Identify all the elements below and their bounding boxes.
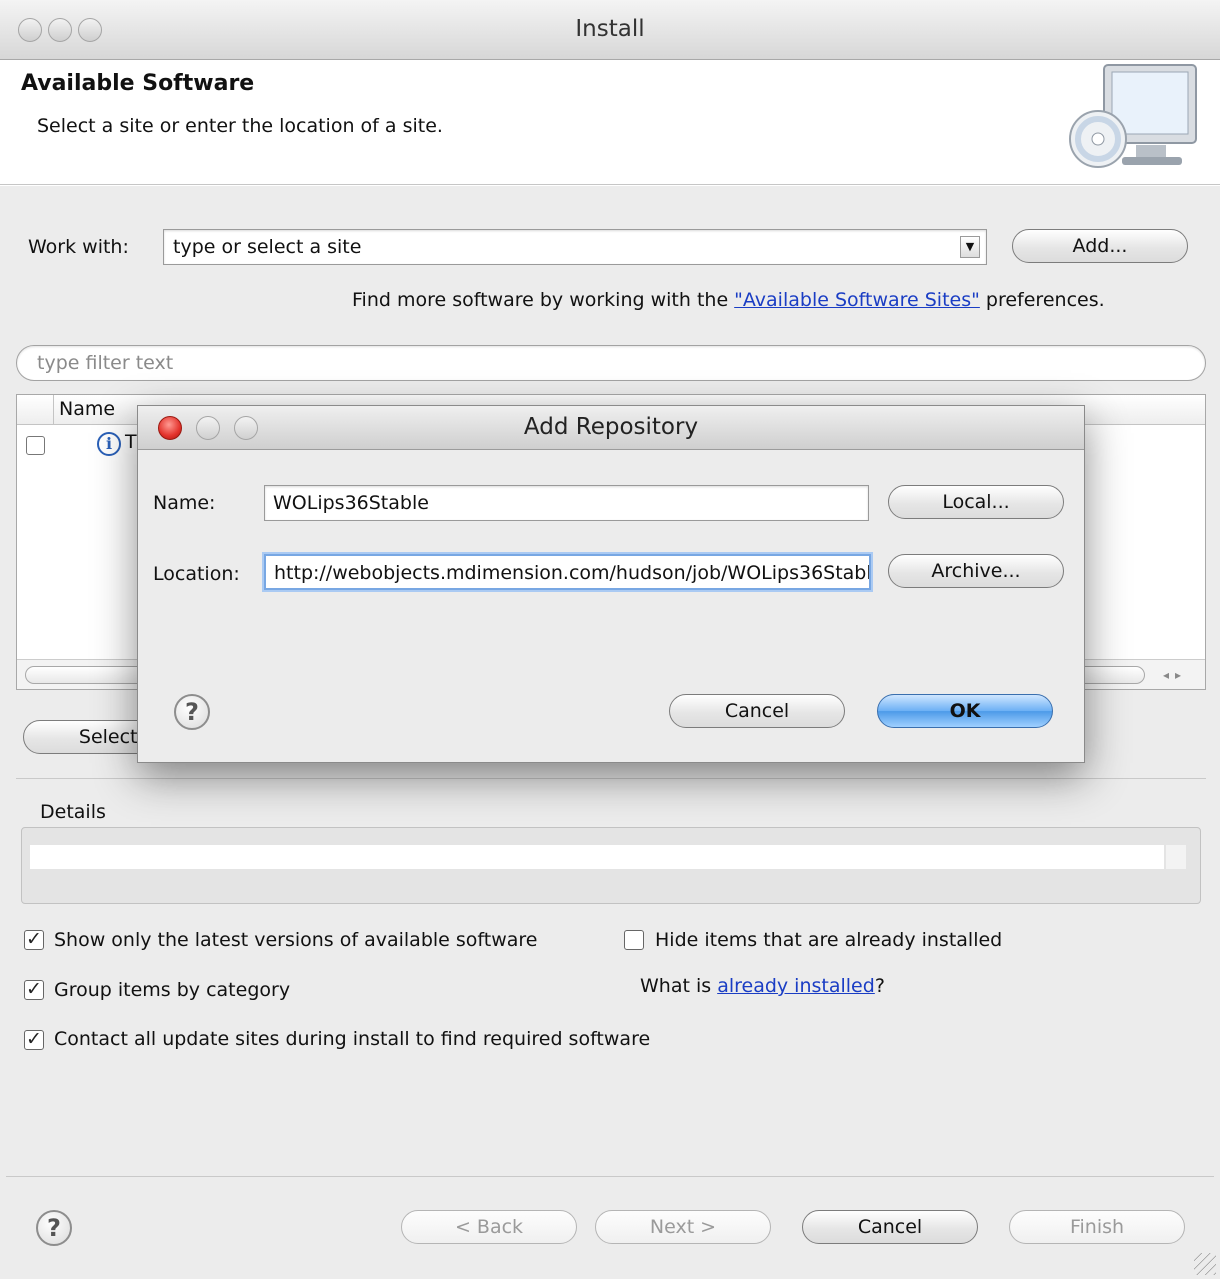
details-text [30,845,1164,869]
chevron-down-icon[interactable]: ▼ [960,236,980,258]
local-button[interactable]: Local... [888,485,1064,519]
find-more-prefix: Find more software by working with the [352,289,735,311]
find-more-text: Find more software by working with the "… [352,289,1105,311]
contact-sites-checkbox[interactable]: ✓ [24,1030,44,1050]
page-title: Available Software [21,71,255,96]
footer-divider [6,1176,1214,1177]
page-subtitle: Select a site or enter the location of a… [37,115,443,137]
group-by-category-checkbox[interactable]: ✓ [24,980,44,1000]
dialog-titlebar[interactable]: Add Repository [138,406,1084,450]
contact-sites-label: Contact all update sites during install … [54,1028,651,1050]
finish-button[interactable]: Finish [1009,1210,1185,1244]
monitor-cd-icon [1069,64,1197,168]
dialog-help-icon[interactable]: ? [174,694,210,730]
cancel-button[interactable]: Cancel [802,1210,978,1244]
wizard-header: Available Software Select a site or ente… [0,61,1220,185]
add-site-button[interactable]: Add... [1012,229,1188,263]
divider [16,778,1206,779]
column-header-name[interactable]: Name [59,398,115,420]
available-software-sites-link[interactable]: "Available Software Sites" [734,289,980,311]
location-label: Location: [153,563,240,585]
filter-input[interactable]: type filter text [16,345,1206,381]
location-field[interactable]: http://webobjects.mdimension.com/hudson/… [264,554,871,590]
tree-row-checkbox[interactable] [26,436,45,455]
hide-installed-label: Hide items that are already installed [655,929,1003,951]
info-icon: i [97,432,121,456]
location-value: http://webobjects.mdimension.com/hudson/… [274,562,869,584]
help-icon[interactable]: ? [36,1210,72,1246]
details-scrollbar[interactable] [1166,845,1186,869]
dialog-cancel-button[interactable]: Cancel [669,694,845,728]
work-with-value: type or select a site [173,236,362,258]
back-button[interactable]: < Back [401,1210,577,1244]
window-titlebar[interactable]: Install [0,0,1220,60]
filter-placeholder: type filter text [37,352,174,374]
name-field[interactable]: WOLips36Stable [264,485,869,521]
what-is-installed-text: What is already installed? [640,975,885,997]
add-repository-dialog: Add Repository Name: WOLips36Stable Loca… [137,405,1085,763]
scroll-arrows-icon[interactable]: ◂▸ [1151,666,1199,684]
group-by-category-label: Group items by category [54,979,291,1001]
dialog-title: Add Repository [523,414,699,440]
next-button[interactable]: Next > [595,1210,771,1244]
column-divider [53,395,54,425]
details-label: Details [40,801,106,823]
name-label: Name: [153,492,216,514]
name-value: WOLips36Stable [273,492,429,514]
what-is-suffix: ? [874,975,885,997]
show-latest-checkbox[interactable]: ✓ [24,930,44,950]
resize-grip-icon[interactable] [1194,1253,1216,1275]
window-title: Install [575,16,645,42]
what-is-prefix: What is [640,975,718,997]
hide-installed-checkbox[interactable] [624,930,644,950]
find-more-suffix: preferences. [979,289,1105,311]
work-with-label: Work with: [28,236,129,258]
already-installed-link[interactable]: already installed [717,975,875,997]
show-latest-label: Show only the latest versions of availab… [54,929,538,951]
work-with-combo[interactable]: type or select a site ▼ [163,229,987,265]
archive-button[interactable]: Archive... [888,554,1064,588]
ok-button[interactable]: OK [877,694,1053,728]
tree-row-label: T [125,431,137,453]
details-area [21,827,1201,904]
